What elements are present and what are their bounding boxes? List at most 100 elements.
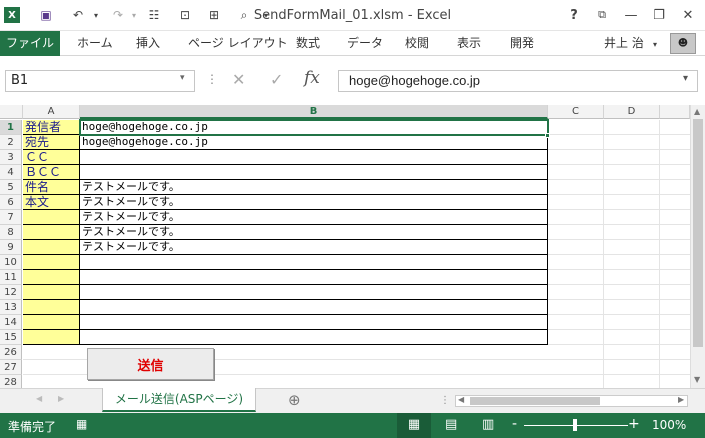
row-header[interactable]: 28 — [0, 375, 22, 388]
hscroll-right-icon[interactable]: ▶ — [678, 395, 684, 404]
macro-record-icon[interactable]: ▦ — [76, 417, 87, 431]
name-box[interactable]: B1 — [5, 70, 195, 92]
zoom-out-button[interactable]: - — [512, 416, 517, 432]
hscroll-left-icon[interactable]: ◀ — [458, 395, 464, 404]
column-header-c[interactable]: C — [548, 105, 604, 119]
label-cell[interactable] — [23, 270, 80, 285]
close-icon[interactable]: ✕ — [677, 6, 699, 24]
horizontal-scroll-thumb[interactable] — [470, 397, 600, 405]
value-cell[interactable] — [80, 255, 548, 270]
page-break-view-icon[interactable]: ▥ — [482, 417, 494, 432]
avatar[interactable]: ☻ — [670, 33, 696, 54]
page-layout-view-icon[interactable]: ▤ — [445, 417, 457, 432]
send-button[interactable]: 送信 — [87, 348, 214, 380]
value-cell[interactable]: テストメールです。 — [80, 180, 548, 195]
tab-review[interactable]: 校閲 — [395, 31, 439, 56]
label-cell[interactable] — [23, 255, 80, 270]
user-name[interactable]: 井上 治 — [604, 31, 644, 56]
ribbon-display-icon[interactable]: ⧉ — [591, 6, 613, 24]
value-cell[interactable]: hoge@hogehoge.co.jp — [80, 135, 548, 150]
label-cell[interactable] — [23, 225, 80, 240]
column-header-b[interactable]: B — [80, 105, 548, 119]
scroll-up-icon[interactable]: ▲ — [694, 107, 700, 116]
vertical-scroll-thumb[interactable] — [693, 119, 703, 347]
label-cell[interactable] — [23, 300, 80, 315]
insert-function-icon[interactable]: fx — [304, 68, 320, 88]
help-button[interactable]: ? — [563, 6, 585, 24]
tab-home[interactable]: ホーム — [67, 31, 123, 56]
zoom-slider-thumb[interactable] — [573, 419, 577, 431]
restore-icon[interactable]: ❐ — [648, 6, 670, 24]
row-header[interactable]: 1 — [0, 120, 22, 135]
value-cell[interactable] — [80, 165, 548, 180]
tab-page-layout[interactable]: ページ レイアウト — [178, 31, 298, 56]
sheet-scroll-right-icon[interactable]: ▶ — [58, 394, 64, 403]
scroll-down-icon[interactable]: ▼ — [694, 375, 700, 384]
value-cell[interactable]: テストメールです。 — [80, 210, 548, 225]
row-header[interactable]: 6 — [0, 195, 22, 210]
column-header-a[interactable]: A — [23, 105, 80, 119]
vertical-scrollbar[interactable]: ▲ ▼ — [690, 105, 705, 388]
value-cell[interactable] — [80, 270, 548, 285]
zoom-level[interactable]: 100% — [652, 418, 686, 432]
row-header[interactable]: 26 — [0, 345, 22, 360]
value-cell[interactable]: テストメールです。 — [80, 195, 548, 210]
row-header[interactable]: 9 — [0, 240, 22, 255]
value-cell[interactable] — [80, 330, 548, 345]
row-header[interactable]: 8 — [0, 225, 22, 240]
tab-view[interactable]: 表示 — [447, 31, 491, 56]
tab-data[interactable]: データ — [337, 31, 393, 56]
column-header-e[interactable] — [660, 105, 690, 119]
label-cell[interactable]: ＢＣＣ — [23, 165, 80, 180]
row-header[interactable]: 15 — [0, 330, 22, 345]
value-cell[interactable]: テストメールです。 — [80, 240, 548, 255]
row-header[interactable]: 5 — [0, 180, 22, 195]
user-dropdown-icon[interactable]: ▾ — [653, 40, 657, 49]
minimize-icon[interactable]: — — [620, 6, 642, 24]
row-header[interactable]: 10 — [0, 255, 22, 270]
label-cell[interactable]: 宛先 — [23, 135, 80, 150]
column-header-d[interactable]: D — [604, 105, 660, 119]
row-header[interactable]: 12 — [0, 285, 22, 300]
label-cell[interactable]: 発信者 — [23, 120, 80, 135]
value-cell[interactable]: テストメールです。 — [80, 225, 548, 240]
tab-insert[interactable]: 挿入 — [126, 31, 170, 56]
fill-handle[interactable] — [545, 133, 550, 138]
expand-formula-icon[interactable]: ▾ — [683, 73, 688, 84]
tab-file[interactable]: ファイル — [0, 31, 60, 56]
add-sheet-icon[interactable]: ⊕ — [288, 391, 301, 409]
row-header[interactable]: 4 — [0, 165, 22, 180]
label-cell[interactable] — [23, 315, 80, 330]
select-all-corner[interactable] — [0, 105, 23, 119]
row-header[interactable]: 13 — [0, 300, 22, 315]
zoom-in-button[interactable]: + — [628, 416, 640, 432]
label-cell[interactable]: 件名 — [23, 180, 80, 195]
name-box-dropdown-icon[interactable]: ▾ — [180, 73, 185, 83]
value-cell[interactable] — [80, 300, 548, 315]
value-cell[interactable] — [80, 285, 548, 300]
label-cell[interactable] — [23, 285, 80, 300]
cancel-icon[interactable]: ✕ — [232, 70, 245, 89]
value-cell[interactable] — [80, 150, 548, 165]
normal-view-icon[interactable]: ▦ — [397, 413, 431, 438]
row-header[interactable]: 7 — [0, 210, 22, 225]
worksheet-grid[interactable]: A B C D 1 発信者 hoge@hogehoge.co.jp 2 宛先 hoge@h… — [0, 105, 690, 388]
sheet-scroll-left-icon[interactable]: ◀ — [36, 394, 42, 403]
row-header[interactable]: 27 — [0, 360, 22, 375]
tab-formulas[interactable]: 数式 — [286, 31, 330, 56]
label-cell[interactable]: ＣＣ — [23, 150, 80, 165]
horizontal-scrollbar[interactable]: ◀ ▶ — [455, 395, 688, 407]
label-cell[interactable] — [23, 330, 80, 345]
value-cell[interactable] — [80, 315, 548, 330]
row-header[interactable]: 2 — [0, 135, 22, 150]
label-cell[interactable] — [23, 210, 80, 225]
sheet-tab-mail-send[interactable]: メール送信(ASPページ) — [102, 388, 256, 412]
formula-input[interactable]: hoge@hogehoge.co.jp — [338, 70, 698, 92]
row-header[interactable]: 14 — [0, 315, 22, 330]
tab-developer[interactable]: 開発 — [500, 31, 544, 56]
row-header[interactable]: 11 — [0, 270, 22, 285]
row-header[interactable]: 3 — [0, 150, 22, 165]
label-cell[interactable]: 本文 — [23, 195, 80, 210]
enter-icon[interactable]: ✓ — [270, 70, 283, 89]
label-cell[interactable] — [23, 240, 80, 255]
